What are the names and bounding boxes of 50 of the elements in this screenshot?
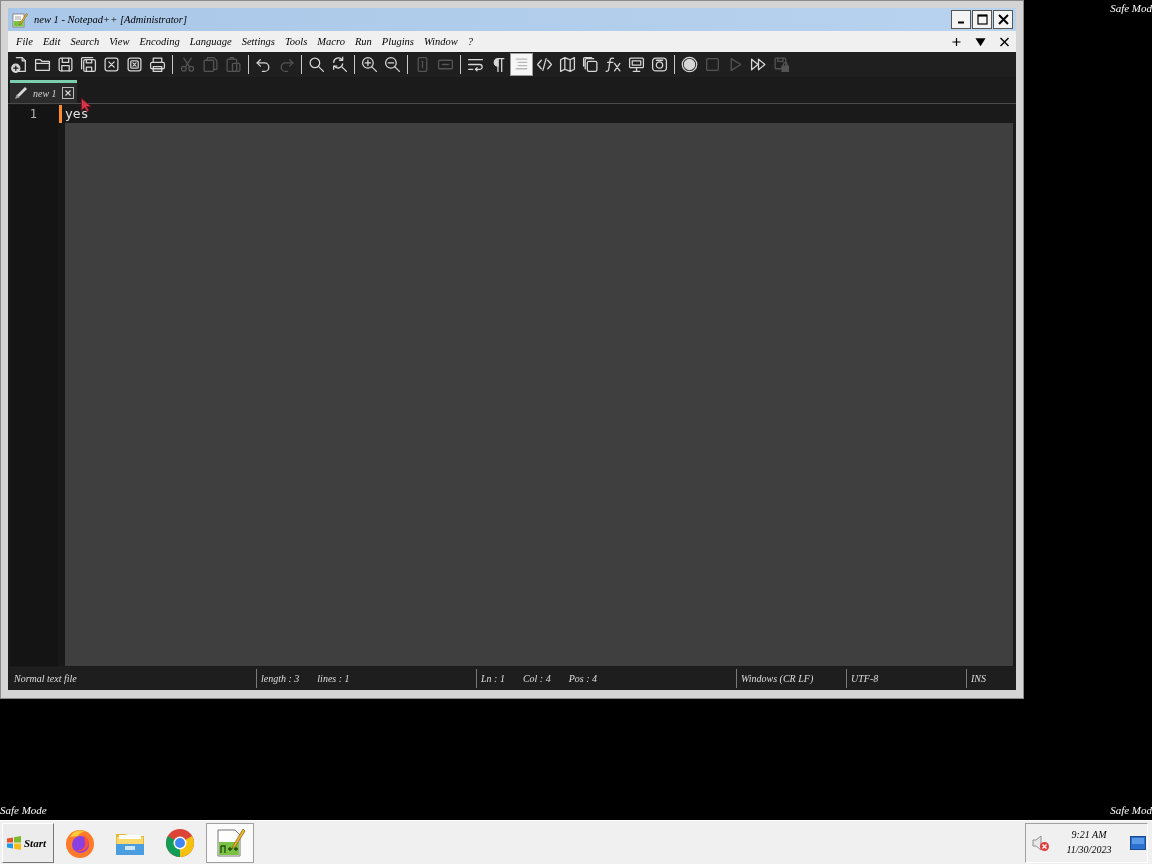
editor-area[interactable]: yes: [65, 105, 1013, 666]
menu-item[interactable]: Encoding: [134, 34, 185, 49]
menu-item[interactable]: View: [104, 34, 135, 49]
notepad-pencil-icon: [214, 826, 246, 859]
mode-label: Safe Mode: [0, 803, 47, 817]
monitor-icon[interactable]: [1130, 835, 1146, 850]
status-text: length : 3: [261, 673, 300, 684]
ring-logo-icon: [164, 826, 196, 859]
menu-item[interactable]: ?: [462, 34, 479, 49]
status-text: Windows (CR LF): [741, 673, 814, 684]
status-text: INS: [971, 673, 986, 684]
menu-item[interactable]: Search: [65, 34, 105, 49]
mode-label: Safe Mod: [1110, 2, 1152, 15]
status-text: Col : 4: [522, 673, 551, 684]
status-text: Normal text file: [14, 673, 77, 684]
line-number: 1: [28, 106, 38, 123]
menu-item[interactable]: File: [11, 34, 38, 49]
clock-date: 11/30/2023: [1066, 844, 1112, 856]
menu-item[interactable]: Macro: [312, 34, 350, 49]
maximize-button[interactable]: [972, 10, 992, 29]
flag-logo-icon: [6, 834, 22, 851]
caret-down-icon[interactable]: [975, 36, 986, 47]
clock-time: 9:21 AM: [1071, 829, 1107, 841]
tab[interactable]: new 1: [10, 80, 77, 103]
mode-label: Safe Mod: [1110, 803, 1152, 817]
close-icon[interactable]: [62, 87, 74, 99]
close-button[interactable]: [993, 10, 1013, 29]
status-text: UTF-8: [851, 673, 879, 684]
menu-item[interactable]: Edit: [37, 34, 66, 49]
menu-item[interactable]: Plugins: [376, 34, 419, 49]
maximize-icon: [976, 14, 988, 25]
menu-item[interactable]: Language: [184, 34, 237, 49]
minimize-button[interactable]: [951, 10, 971, 29]
notepad-icon: [12, 11, 28, 28]
menu-item[interactable]: Settings: [236, 34, 280, 49]
window-title: new 1 - Notepad++ [Administrator]: [34, 14, 187, 25]
menu-item[interactable]: Tools: [279, 34, 313, 49]
status-text: Pos : 4: [568, 673, 598, 684]
speaker-icon[interactable]: [1032, 833, 1050, 852]
plus-icon[interactable]: [951, 36, 962, 47]
close-icon[interactable]: [999, 36, 1010, 47]
start-button[interactable]: Start: [2, 822, 54, 863]
status-text: lines : 1: [317, 673, 350, 684]
taskbar-button[interactable]: [206, 822, 254, 863]
mouse-pointer-icon: [81, 98, 92, 112]
menu-item[interactable]: Run: [349, 34, 377, 49]
pencil-icon: [14, 86, 28, 100]
menu-item[interactable]: Window: [418, 34, 463, 49]
status-text: Ln : 1: [481, 673, 505, 684]
close-icon: [997, 14, 1009, 25]
